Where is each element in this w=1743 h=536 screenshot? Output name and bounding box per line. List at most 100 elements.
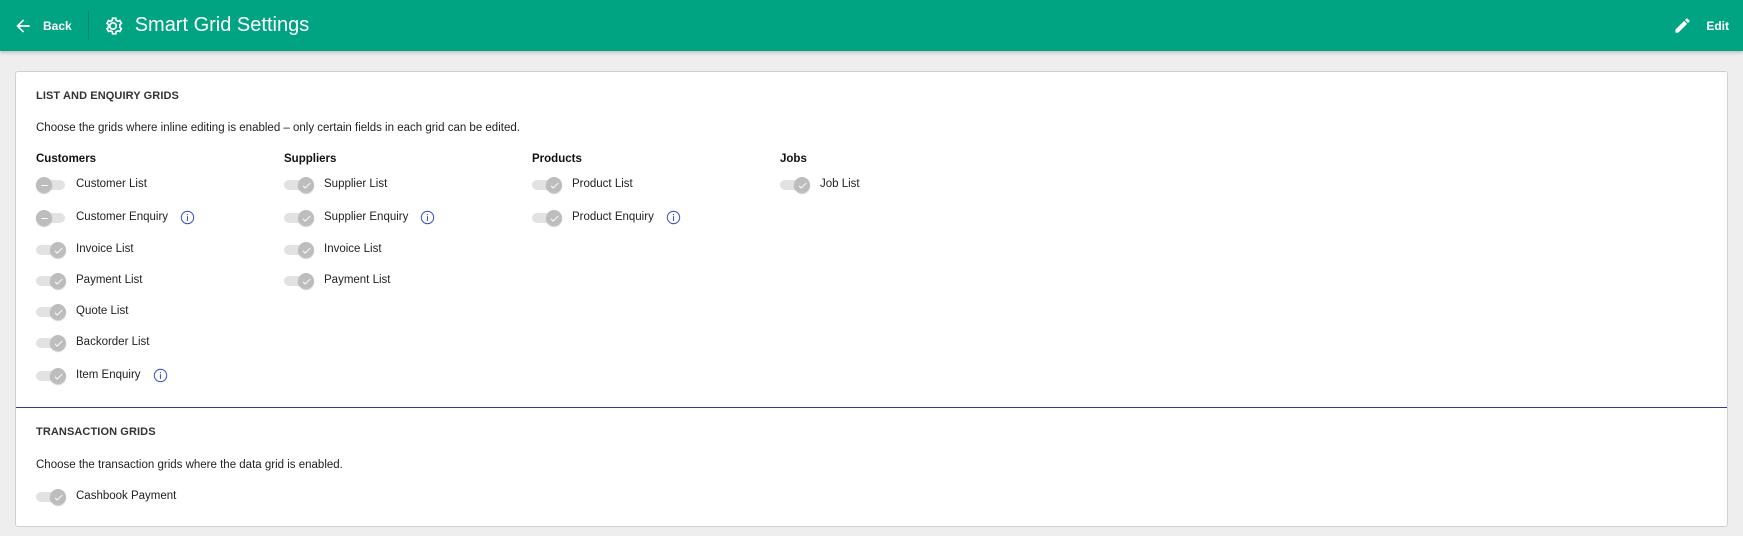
pencil-icon xyxy=(1673,16,1692,35)
grid-column-jobs: Jobs Job List xyxy=(780,152,1020,193)
toggle-label: Payment List xyxy=(76,274,143,286)
toggle-label: Job List xyxy=(820,178,860,190)
toggle-label: Invoice List xyxy=(324,243,382,255)
info-icon[interactable] xyxy=(153,368,168,383)
check-icon xyxy=(302,215,311,222)
toggle-switch[interactable] xyxy=(36,488,67,505)
toggle-knob xyxy=(546,177,562,193)
check-icon xyxy=(54,340,63,347)
gear-icon xyxy=(102,15,124,37)
toggle-label: Backorder List xyxy=(76,336,150,348)
toggle-row-payment-list: Payment List xyxy=(284,270,390,290)
check-icon xyxy=(302,247,311,254)
settings-card: LIST AND ENQUIRY GRIDS Choose the grids … xyxy=(15,71,1728,527)
toggle-switch[interactable] xyxy=(284,241,315,258)
toggle-knob xyxy=(298,177,314,193)
toggle-knob xyxy=(298,210,314,226)
grid-column-products: Products Product List Product Enquiry xyxy=(532,152,772,226)
column-heading: Suppliers xyxy=(284,153,337,165)
check-icon xyxy=(302,278,311,285)
back-label: Back xyxy=(43,18,72,33)
info-icon[interactable] xyxy=(420,210,435,225)
toggle-row-job-list: Job List xyxy=(780,174,860,194)
toggle-label: Customer Enquiry xyxy=(76,211,169,223)
toggle-knob xyxy=(50,273,66,289)
minus-icon xyxy=(40,184,48,186)
toggle-knob xyxy=(298,273,314,289)
check-icon xyxy=(550,215,559,222)
toggle-row-supplier-enquiry: Supplier Enquiry xyxy=(284,207,435,227)
toggle-switch[interactable] xyxy=(284,272,315,289)
check-icon xyxy=(798,182,807,189)
info-icon[interactable] xyxy=(180,210,195,225)
toggle-label: Item Enquiry xyxy=(76,369,141,381)
back-button[interactable]: Back xyxy=(0,0,88,51)
toggle-row-payment-list: Payment List xyxy=(36,270,142,290)
toggle-knob xyxy=(546,210,562,226)
toggle-row-invoice-list: Invoice List xyxy=(284,239,382,259)
toggle-switch[interactable] xyxy=(36,209,67,226)
toggle-switch[interactable] xyxy=(36,367,67,384)
toggle-switch[interactable] xyxy=(36,303,67,320)
toggle-label: Supplier List xyxy=(324,178,388,190)
column-heading: Jobs xyxy=(780,153,807,165)
check-icon xyxy=(54,373,63,380)
toggle-label: Cashbook Payment xyxy=(76,490,177,502)
check-icon xyxy=(54,309,63,316)
section-title: LIST AND ENQUIRY GRIDS xyxy=(36,90,179,102)
check-icon xyxy=(54,247,63,254)
toggle-row-quote-list: Quote List xyxy=(36,301,128,321)
toggle-label: Product Enquiry xyxy=(572,211,654,223)
column-heading: Customers xyxy=(36,153,97,165)
toggle-row-backorder-list: Backorder List xyxy=(36,332,150,352)
toggle-switch[interactable] xyxy=(284,176,315,193)
check-icon xyxy=(302,182,311,189)
toggle-knob xyxy=(50,335,66,351)
toggle-row-product-list: Product List xyxy=(532,174,633,194)
toggle-knob xyxy=(50,489,66,505)
toggle-label: Supplier Enquiry xyxy=(324,211,409,223)
toggle-knob xyxy=(36,177,52,193)
transaction-section: TRANSACTION GRIDS Choose the transaction… xyxy=(16,408,1727,526)
toggle-knob xyxy=(50,242,66,258)
header-divider xyxy=(87,11,89,40)
toggle-knob xyxy=(36,210,52,226)
app-header: Back Smart Grid Settings Edit xyxy=(0,0,1743,51)
check-icon xyxy=(54,278,63,285)
toggle-label: Customer List xyxy=(76,178,147,190)
toggle-row-supplier-list: Supplier List xyxy=(284,174,387,194)
grid-column-suppliers: Suppliers Supplier List Supplier Enquiry In… xyxy=(284,152,524,289)
list-enquiry-section: LIST AND ENQUIRY GRIDS Choose the grids … xyxy=(16,72,1727,408)
section-description: Choose the transaction grids where the d… xyxy=(36,459,343,471)
page-title: Smart Grid Settings xyxy=(134,14,310,36)
toggle-label: Product List xyxy=(572,178,633,190)
toggle-row-customer-list: Customer List xyxy=(36,174,147,194)
column-heading: Products xyxy=(532,153,582,165)
toggle-switch[interactable] xyxy=(780,176,811,193)
toggle-switch[interactable] xyxy=(284,209,315,226)
toggle-row-product-enquiry: Product Enquiry xyxy=(532,207,681,227)
toggle-switch[interactable] xyxy=(532,209,563,226)
edit-button[interactable]: Edit xyxy=(1673,16,1743,35)
toggle-row-invoice-list: Invoice List xyxy=(36,239,134,259)
arrow-left-icon xyxy=(13,16,33,36)
toggle-switch[interactable] xyxy=(532,176,563,193)
check-icon xyxy=(550,182,559,189)
edit-label: Edit xyxy=(1706,18,1729,33)
toggle-knob xyxy=(794,177,810,193)
info-icon[interactable] xyxy=(666,210,681,225)
toggle-label: Invoice List xyxy=(76,243,134,255)
toggle-row-customer-enquiry: Customer Enquiry xyxy=(36,207,195,227)
section-description: Choose the grids where inline editing is… xyxy=(36,122,520,134)
toggle-switch[interactable] xyxy=(36,176,67,193)
toggle-row-cashbook-payment: Cashbook Payment xyxy=(36,486,176,506)
toggle-switch[interactable] xyxy=(36,241,67,258)
toggle-label: Payment List xyxy=(324,274,391,286)
toggle-switch[interactable] xyxy=(36,334,67,351)
grid-column-customers: Customers Customer List Customer Enquiry In… xyxy=(36,152,276,384)
toggle-knob xyxy=(50,368,66,384)
toggle-switch[interactable] xyxy=(36,272,67,289)
toggle-label: Quote List xyxy=(76,305,129,317)
section-title: TRANSACTION GRIDS xyxy=(36,426,156,438)
check-icon xyxy=(54,494,63,501)
